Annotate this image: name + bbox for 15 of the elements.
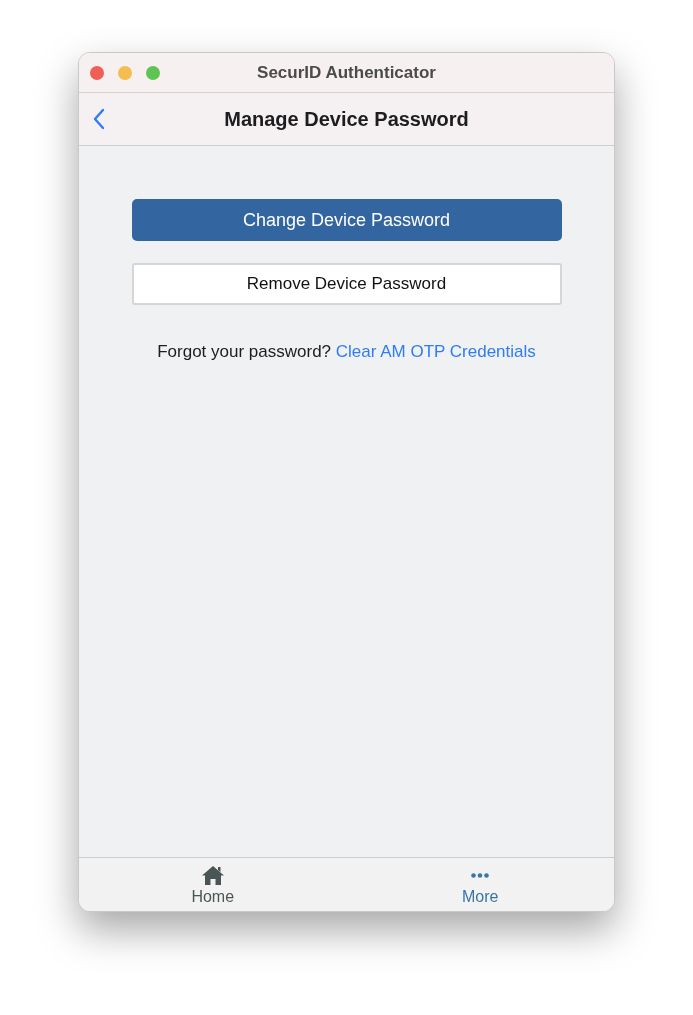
tab-item[interactable]: Home [79,858,347,911]
house-icon [201,866,224,885]
help-text: Forgot your password? Clear AM OTP Credentials [157,341,536,363]
change-password-button[interactable]: Change Device Password [131,199,562,241]
zoom-icon[interactable] [146,65,160,80]
remove-password-button[interactable]: Remove Device Password [131,263,562,305]
tab-item[interactable]: More [346,858,614,911]
clear-credentials-link[interactable]: Clear AM OTP Credentials [335,342,536,361]
more-icon [471,873,490,878]
close-icon[interactable] [90,65,104,80]
back-button[interactable] [91,107,107,131]
window-title: SecurID Authenticator [257,61,436,84]
chevron-left-icon [93,108,105,130]
minimize-icon[interactable] [118,65,132,80]
page-title: Manage Device Password [224,107,469,132]
